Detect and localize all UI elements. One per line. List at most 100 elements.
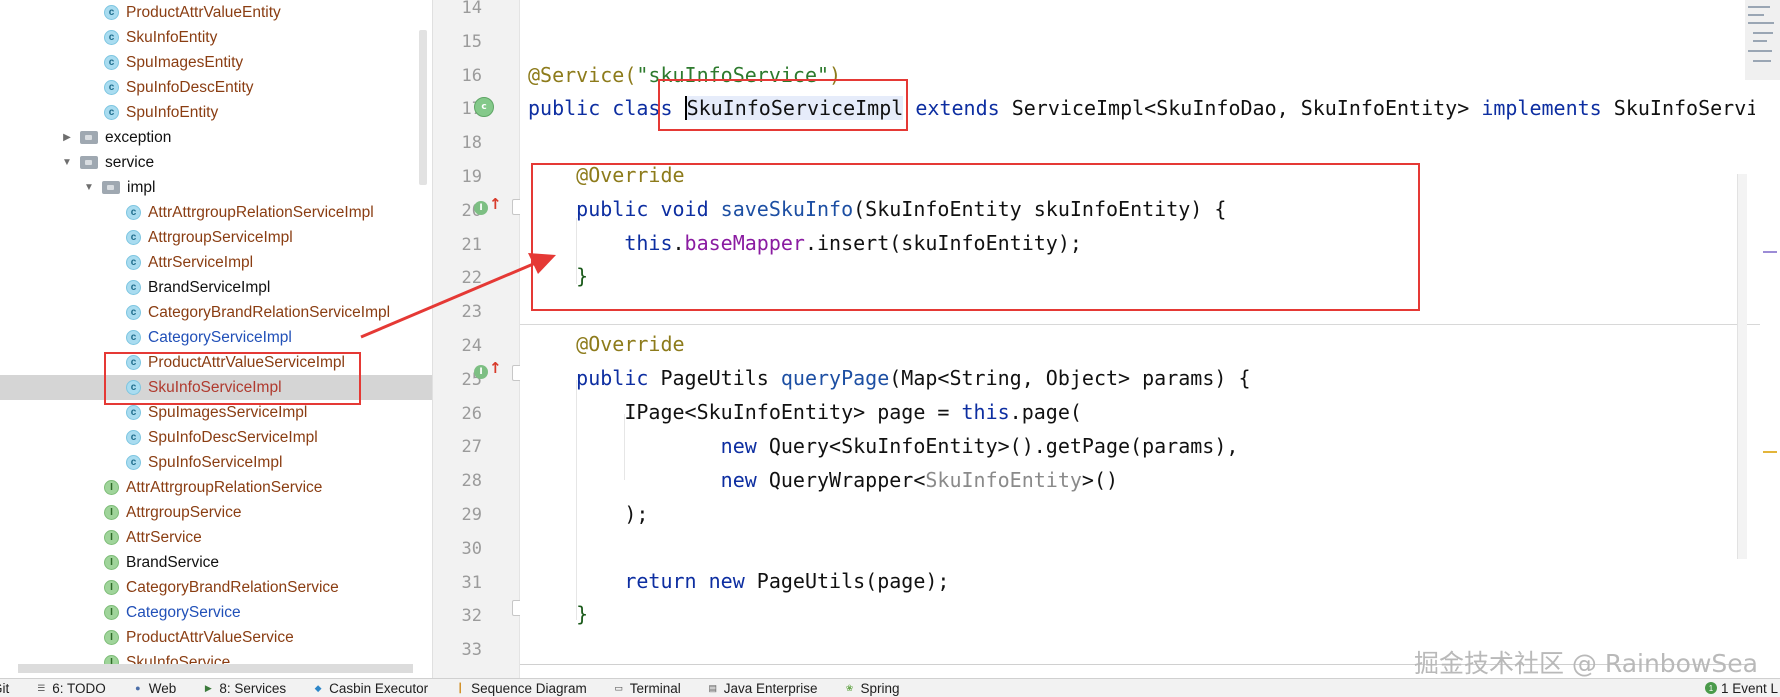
tree-item-label: BrandService xyxy=(126,553,220,571)
tool-window-terminal[interactable]: ▭ Terminal xyxy=(613,681,680,696)
tree-folder-exception[interactable]: ▶ exception xyxy=(0,125,432,150)
line-number: 23 xyxy=(461,302,482,323)
overrides-arrow-icon[interactable]: ↑ xyxy=(489,195,502,213)
minimap[interactable] xyxy=(1745,0,1780,80)
tree-item-label: CategoryBrandRelationServiceImpl xyxy=(148,303,391,321)
tree-item[interactable]: c SpuImagesEntity xyxy=(0,50,432,75)
interface-icon: I xyxy=(104,505,119,520)
services-icon: ▶ xyxy=(204,682,212,693)
tree-item-label: AttrAttrgroupRelationService xyxy=(126,478,323,496)
class-icon: c xyxy=(126,455,141,470)
tree-item[interactable]: c SpuInfoServiceImpl xyxy=(0,450,432,475)
tool-window-label: Web xyxy=(148,680,177,696)
tool-window-spring[interactable]: ❀ Spring xyxy=(844,681,900,696)
event-log-icon: 1 xyxy=(1704,682,1717,694)
tree-item-label: CategoryServiceImpl xyxy=(148,328,292,346)
tree-item[interactable]: c AttrAttrgroupRelationServiceImpl xyxy=(0,200,432,225)
line-number: 15 xyxy=(461,31,482,52)
tool-window-git[interactable]: Git xyxy=(0,681,9,696)
line-number: 21 xyxy=(461,234,482,255)
tree-item[interactable]: c SpuInfoDescEntity xyxy=(0,75,432,100)
interface-icon: I xyxy=(104,605,119,620)
class-icon: c xyxy=(104,5,119,20)
implements-method-icon[interactable]: I xyxy=(474,201,488,215)
interface-icon: I xyxy=(104,555,119,570)
tool-window-todo[interactable]: ☰ 6: TODO xyxy=(35,681,106,696)
implements-method-icon[interactable]: I xyxy=(474,365,488,379)
scroll-marker[interactable] xyxy=(1763,251,1777,253)
tree-item[interactable]: I CategoryBrandRelationService xyxy=(0,575,432,600)
chevron-down-icon[interactable]: ▼ xyxy=(82,182,96,193)
tree-item[interactable]: I CategoryService xyxy=(0,600,432,625)
tree-item[interactable]: c SkuInfoEntity xyxy=(0,25,432,50)
tree-item[interactable]: c CategoryBrandRelationServiceImpl xyxy=(0,300,432,325)
tree-item-label: BrandServiceImpl xyxy=(148,278,271,296)
tree-item[interactable]: I ProductAttrValueService xyxy=(0,625,432,650)
spring-icon: ❀ xyxy=(845,682,854,693)
class-icon: c xyxy=(104,30,119,45)
sequence-icon: ┃ xyxy=(457,682,463,693)
line-number: 22 xyxy=(461,268,482,289)
tree-item-label: CategoryBrandRelationService xyxy=(126,578,339,596)
tree-item[interactable]: c BrandServiceImpl xyxy=(0,275,432,300)
annotation-box-class-name xyxy=(658,79,908,131)
tree-item-label: AttrgroupServiceImpl xyxy=(148,228,293,246)
tool-window-label: Casbin Executor xyxy=(329,680,429,696)
event-log-button[interactable]: 11 Event L xyxy=(1704,680,1778,696)
class-icon: c xyxy=(126,430,141,445)
editor-scrollbar[interactable] xyxy=(1737,174,1747,559)
scroll-marker[interactable] xyxy=(1763,451,1777,453)
line-number: 19 xyxy=(461,167,482,187)
tree-item-label: exception xyxy=(105,128,172,146)
line-number: 33 xyxy=(461,640,482,661)
todo-icon: ☰ xyxy=(37,682,46,693)
class-icon: c xyxy=(126,330,141,345)
tree-item[interactable]: c SpuInfoDescServiceImpl xyxy=(0,425,432,450)
tree-item[interactable]: c AttrgroupServiceImpl xyxy=(0,225,432,250)
tool-window-bar: Git ☰ 6: TODO ● Web ▶ 8: Services ◆ Casbin Execu… xyxy=(0,678,1780,697)
line-number: 18 xyxy=(461,133,482,154)
tree-item-label: AttrAttrgroupRelationServiceImpl xyxy=(148,203,374,221)
overrides-arrow-icon[interactable]: ↑ xyxy=(489,359,502,377)
tool-window-label: 8: Services xyxy=(219,680,287,696)
tree-vertical-scrollbar[interactable] xyxy=(419,30,427,185)
code-line-24: @Override xyxy=(576,332,685,356)
chevron-down-icon[interactable]: ▼ xyxy=(60,157,74,168)
tree-item-label: ProductAttrValueEntity xyxy=(126,3,281,21)
spring-bean-icon[interactable]: c xyxy=(474,97,494,117)
class-icon: c xyxy=(126,280,141,295)
class-icon: c xyxy=(104,105,119,120)
tool-window-label: Sequence Diagram xyxy=(471,680,587,696)
class-icon: c xyxy=(126,255,141,270)
tool-window-label: Git xyxy=(0,680,10,696)
tool-window-casbin[interactable]: ◆ Casbin Executor xyxy=(312,680,429,696)
casbin-icon: ◆ xyxy=(314,682,322,693)
tree-item[interactable]: c SpuInfoEntity xyxy=(0,100,432,125)
tree-item-label: CategoryService xyxy=(126,603,241,621)
tree-item[interactable]: I BrandService xyxy=(0,550,432,575)
tree-folder-service[interactable]: ▼ service xyxy=(0,150,432,175)
tool-window-java-enterprise[interactable]: ▤ Java Enterprise xyxy=(707,681,817,696)
tree-item[interactable]: I AttrService xyxy=(0,525,432,550)
tool-window-sequence[interactable]: ┃ Sequence Diagram xyxy=(454,680,587,696)
tree-item-label: SpuInfoDescServiceImpl xyxy=(148,428,318,446)
tree-item[interactable]: c AttrServiceImpl xyxy=(0,250,432,275)
line-number: 26 xyxy=(461,403,482,424)
tree-item-label: SpuInfoServiceImpl xyxy=(148,453,283,471)
project-tree: c ProductAttrValueEntity c SkuInfoEntity c Sp… xyxy=(0,0,432,678)
event-log-label: 1 Event L xyxy=(1720,680,1778,696)
tree-item-label: AttrService xyxy=(126,528,202,546)
tool-window-services[interactable]: ▶ 8: Services xyxy=(202,681,286,696)
tree-item[interactable]: I AttrAttrgroupRelationService xyxy=(0,475,432,500)
tree-item-label: SpuImagesServiceImpl xyxy=(148,403,308,421)
tree-item[interactable]: I AttrgroupService xyxy=(0,500,432,525)
tool-window-web[interactable]: ● Web xyxy=(132,680,177,696)
tree-item-label: SpuInfoEntity xyxy=(126,103,219,121)
line-number: 32 xyxy=(461,606,482,627)
tree-horizontal-scrollbar[interactable] xyxy=(18,664,413,673)
code-line-29: ); xyxy=(624,502,649,526)
tree-item[interactable]: c ProductAttrValueEntity xyxy=(0,0,432,25)
tree-folder-impl[interactable]: ▼ impl xyxy=(0,175,432,200)
tree-item[interactable]: c CategoryServiceImpl xyxy=(0,325,432,350)
chevron-right-icon[interactable]: ▶ xyxy=(60,132,74,143)
